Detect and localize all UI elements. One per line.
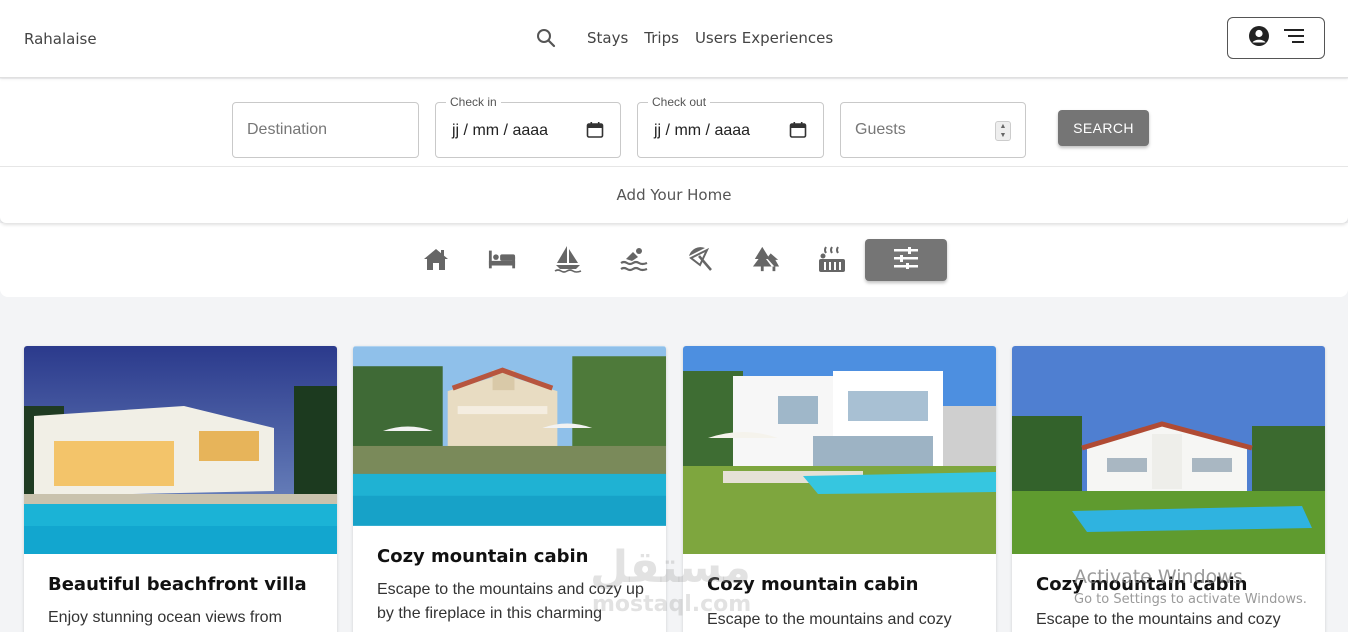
search-icon[interactable] bbox=[536, 28, 556, 48]
home-icon[interactable] bbox=[422, 244, 450, 274]
listing-photo bbox=[24, 346, 337, 554]
checkin-date-input[interactable]: Check in jj / mm / aaaa bbox=[435, 95, 621, 158]
guests-placeholder: Guests bbox=[855, 121, 906, 138]
filter-icon bbox=[894, 246, 918, 274]
add-your-home-link[interactable]: Add Your Home bbox=[0, 186, 1348, 204]
pool-icon[interactable] bbox=[620, 244, 648, 274]
listing-photo bbox=[1012, 346, 1325, 554]
number-spinner[interactable]: ▲ ▼ bbox=[995, 121, 1011, 141]
listing-photo bbox=[683, 346, 996, 554]
sailboat-icon[interactable] bbox=[554, 244, 582, 274]
divider bbox=[0, 166, 1348, 167]
bed-icon[interactable] bbox=[488, 244, 516, 274]
activate-subtitle: Go to Settings to activate Windows. bbox=[1074, 592, 1307, 607]
destination-placeholder: Destination bbox=[247, 121, 328, 138]
listing-card[interactable]: Beautiful beachfront villa Enjoy stunnin… bbox=[24, 346, 337, 632]
checkin-value: jj / mm / aaaa bbox=[452, 122, 549, 139]
activate-windows-notice: Activate Windows Go to Settings to activ… bbox=[1074, 566, 1307, 607]
calendar-icon[interactable] bbox=[789, 121, 807, 139]
forest-icon[interactable] bbox=[752, 244, 780, 274]
menu-icon bbox=[1284, 28, 1304, 48]
search-panel: Destination Check in jj / mm / aaaa Chec… bbox=[0, 79, 1348, 223]
beach-umbrella-icon[interactable] bbox=[686, 244, 714, 274]
hot-tub-icon[interactable] bbox=[818, 244, 846, 274]
guests-input[interactable]: Guests ▲ ▼ bbox=[840, 102, 1026, 158]
listing-title: Beautiful beachfront villa bbox=[48, 574, 307, 595]
activate-title: Activate Windows bbox=[1074, 566, 1243, 588]
nav-link-users-experiences[interactable]: Users Experiences bbox=[695, 29, 833, 47]
checkout-label: Check out bbox=[648, 95, 711, 109]
destination-input[interactable]: Destination bbox=[232, 102, 419, 158]
brand-logo[interactable]: Rahalaise bbox=[24, 30, 97, 48]
watermark-arabic: مستقل bbox=[590, 542, 751, 593]
category-bar bbox=[0, 223, 1348, 297]
checkout-value: jj / mm / aaaa bbox=[654, 122, 751, 139]
calendar-icon[interactable] bbox=[586, 121, 604, 139]
listing-description: Enjoy stunning ocean views from bbox=[48, 609, 282, 626]
watermark-latin: mostaql.com bbox=[592, 592, 752, 617]
checkout-date-input[interactable]: Check out jj / mm / aaaa bbox=[637, 95, 824, 158]
nav-link-trips[interactable]: Trips bbox=[644, 29, 679, 47]
nav-links: Stays Trips Users Experiences bbox=[587, 29, 833, 47]
listing-photo bbox=[353, 346, 666, 526]
listing-description: Escape to the mountains and cozy bbox=[1036, 611, 1281, 628]
account-circle-icon bbox=[1248, 25, 1270, 52]
checkin-label: Check in bbox=[446, 95, 501, 109]
filter-button[interactable] bbox=[865, 239, 947, 281]
top-navbar: Rahalaise Stays Trips Users Experiences bbox=[0, 0, 1348, 78]
user-menu-button[interactable] bbox=[1227, 17, 1325, 59]
search-button[interactable]: SEARCH bbox=[1058, 110, 1149, 146]
nav-link-stays[interactable]: Stays bbox=[587, 29, 628, 47]
listing-title: Cozy mountain cabin bbox=[377, 546, 589, 567]
